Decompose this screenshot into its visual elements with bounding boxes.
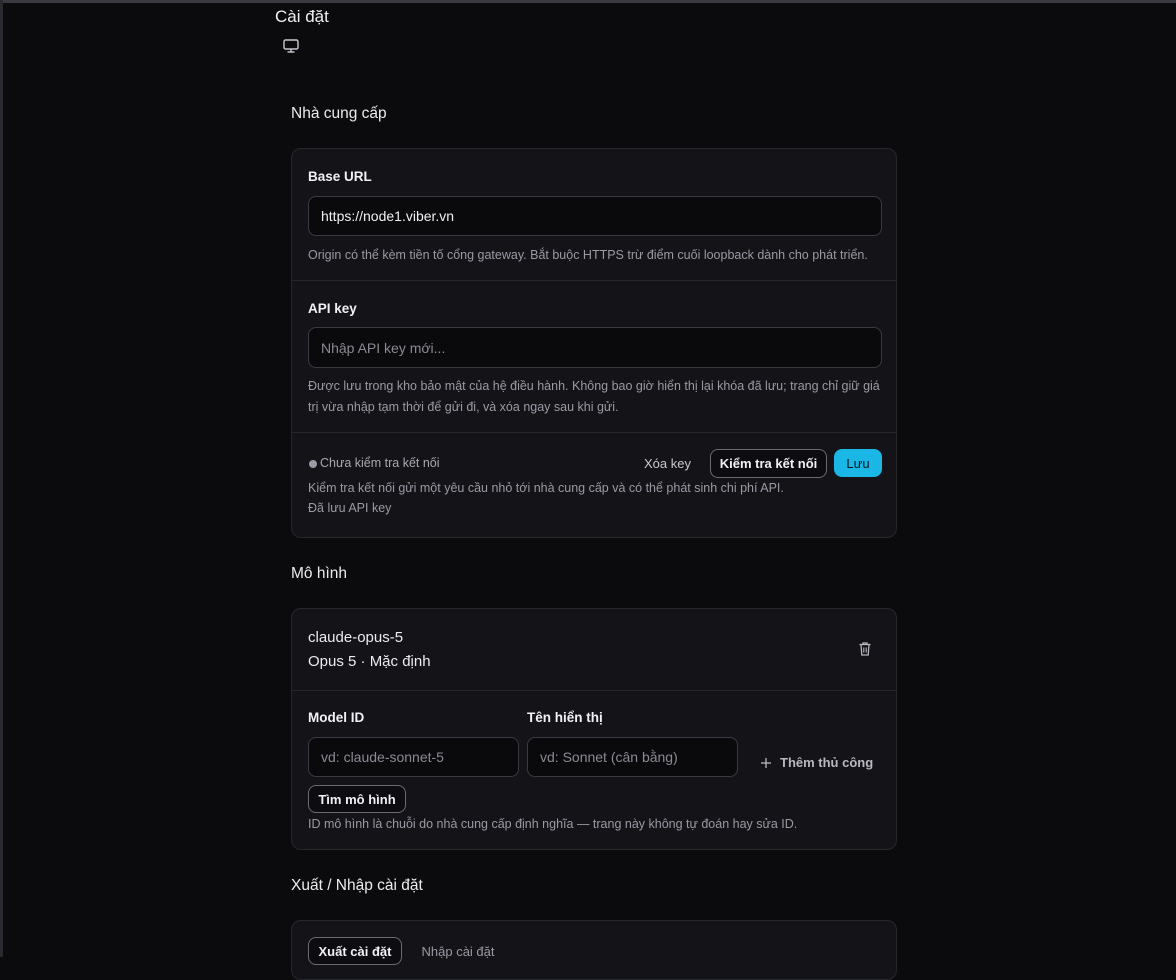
model-id-help: ID mô hình là chuỗi do nhà cung cấp định…	[308, 817, 798, 831]
export-import-section-title: Xuất / Nhập cài đặt	[291, 877, 423, 894]
base-url-label: Base URL	[308, 169, 372, 184]
api-key-input[interactable]	[308, 327, 882, 368]
base-url-input[interactable]	[308, 196, 882, 236]
monitor-icon[interactable]	[283, 39, 299, 53]
provider-card: Base URL Origin có thể kèm tiền tố cổng …	[291, 148, 897, 538]
api-key-help-line1: Được lưu trong kho bảo mật của hệ điều h…	[308, 379, 880, 393]
tab-import-settings[interactable]: Nhập cài đặt	[412, 937, 504, 965]
base-url-help: Origin có thể kèm tiền tố cổng gateway. …	[308, 248, 868, 262]
page-title: Cài đặt	[275, 7, 329, 26]
models-card: claude-opus-5 Opus 5 · Mặc định Model ID…	[291, 608, 897, 850]
models-section-title: Mô hình	[291, 565, 348, 582]
add-manual-button[interactable]: Thêm thủ công	[760, 755, 873, 770]
add-manual-label: Thêm thủ công	[780, 755, 874, 770]
divider	[292, 690, 896, 691]
model-subtitle: Opus 5 · Mặc định	[308, 653, 431, 670]
display-name-input[interactable]	[527, 737, 738, 777]
provider-section-title: Nhà cung cấp	[291, 105, 387, 122]
test-connection-note: Kiểm tra kết nối gửi một yêu cầu nhỏ tới…	[308, 481, 784, 495]
find-models-button[interactable]: Tìm mô hình	[308, 785, 406, 813]
tab-export-settings[interactable]: Xuất cài đặt	[308, 937, 402, 965]
model-id-label: Model ID	[308, 710, 365, 725]
display-name-label: Tên hiển thị	[527, 710, 603, 725]
trash-icon[interactable]	[858, 641, 872, 657]
plus-icon	[761, 757, 771, 768]
export-import-card: Xuất cài đặt Nhập cài đặt	[291, 920, 897, 980]
divider	[292, 280, 896, 281]
model-id-input[interactable]	[308, 737, 519, 777]
api-key-help-line2: trị vừa nhập tạm thời để gửi đi, và xóa …	[308, 400, 619, 414]
status-dot-icon	[309, 460, 317, 468]
test-connection-button[interactable]: Kiểm tra kết nối	[710, 449, 827, 478]
window-top-border	[0, 0, 1176, 3]
api-key-label: API key	[308, 301, 357, 316]
model-id: claude-opus-5	[308, 629, 404, 646]
window-left-border	[0, 0, 3, 957]
divider	[292, 432, 896, 433]
save-button[interactable]: Lưu	[834, 449, 882, 477]
api-key-saved-note: Đã lưu API key	[308, 501, 392, 515]
delete-key-button[interactable]: Xóa key	[644, 456, 691, 471]
connection-status: Chưa kiểm tra kết nối	[320, 456, 440, 470]
